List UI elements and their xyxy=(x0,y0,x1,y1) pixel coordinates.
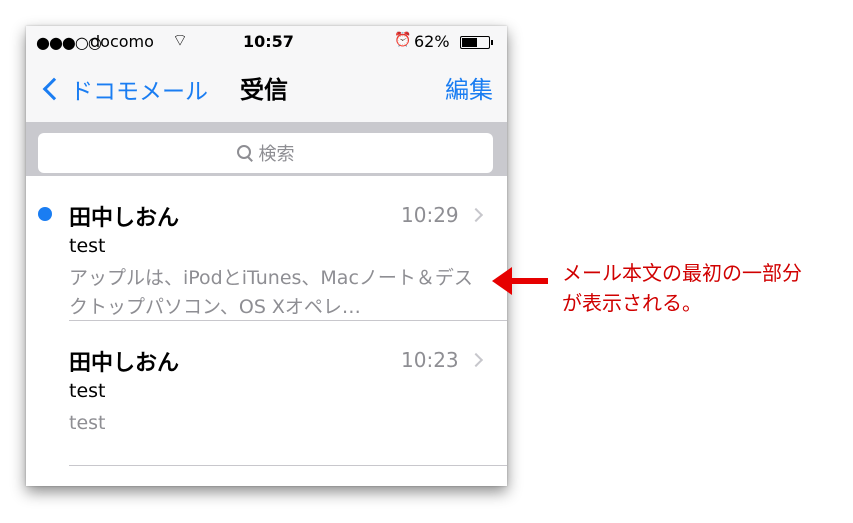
edit-button[interactable]: 編集 xyxy=(445,70,493,105)
message-list: 田中しおん 10:29 test アップルは、iPodとiTunes、Macノー… xyxy=(26,176,507,466)
wifi-icon: ⌔ xyxy=(172,31,188,51)
message-row[interactable]: 田中しおん 10:23 test test xyxy=(26,321,507,466)
status-time: 10:57 xyxy=(243,32,294,51)
search-icon xyxy=(236,145,253,161)
message-subject: test xyxy=(69,380,106,402)
message-subject: test xyxy=(69,235,106,257)
search-placeholder: 検索 xyxy=(258,144,295,165)
back-button-label: ドコモメール xyxy=(70,79,208,105)
annotation-line-1: メール本文の最初の一部分 xyxy=(562,261,802,285)
carrier-name: docomo xyxy=(90,32,154,51)
arrow-shaft xyxy=(506,278,548,284)
annotation-text: メール本文の最初の一部分 が表示される。 xyxy=(562,258,802,318)
battery-icon xyxy=(460,36,490,49)
alarm-clock-icon: ⏰ xyxy=(394,32,412,48)
chevron-right-icon xyxy=(468,207,484,223)
message-sender: 田中しおん xyxy=(69,351,180,376)
back-button[interactable]: ドコモメール xyxy=(38,72,208,106)
battery-percent: 62% xyxy=(414,32,450,51)
row-divider xyxy=(69,465,507,466)
status-bar: ●●●○○ docomo ⌔ 10:57 ⏰ 62% xyxy=(26,26,507,60)
message-time: 10:23 xyxy=(401,348,459,372)
chevron-left-icon xyxy=(42,77,66,101)
search-bar: 検索 xyxy=(26,122,507,176)
page-title: 受信 xyxy=(240,76,288,104)
message-sender: 田中しおん xyxy=(69,206,180,231)
phone-screen: ●●●○○ docomo ⌔ 10:57 ⏰ 62% ドコモメール 受信 編集 … xyxy=(26,26,507,486)
message-time: 10:29 xyxy=(401,203,459,227)
annotation-line-2: が表示される。 xyxy=(562,291,702,315)
chevron-right-icon xyxy=(468,352,484,368)
search-input[interactable]: 検索 xyxy=(38,133,493,173)
unread-indicator-icon xyxy=(38,207,52,221)
battery-tip xyxy=(491,40,493,45)
message-preview: test xyxy=(69,412,106,434)
message-preview: アップルは、iPodとiTunes、Macノート＆デスクトップパソコン、OS X… xyxy=(69,267,473,318)
battery-fill xyxy=(462,38,477,47)
message-row[interactable]: 田中しおん 10:29 test アップルは、iPodとiTunes、Macノー… xyxy=(26,176,507,321)
